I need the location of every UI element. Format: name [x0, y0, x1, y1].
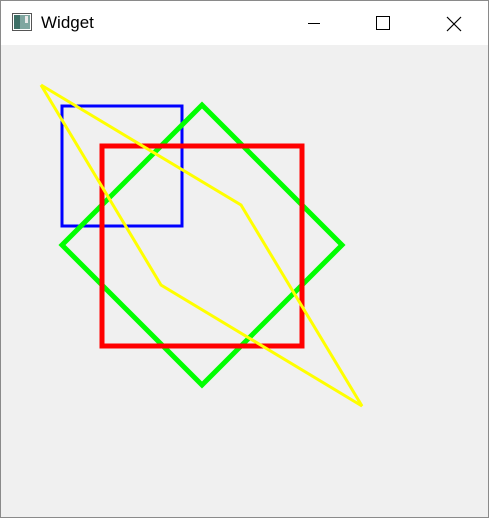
maximize-icon — [376, 16, 390, 30]
close-button[interactable] — [427, 1, 473, 45]
yellow-polygon — [39, 83, 364, 408]
blue-square — [60, 104, 184, 228]
title-bar[interactable]: Widget — [1, 1, 488, 45]
app-icon — [12, 13, 32, 31]
window-title: Widget — [41, 13, 94, 32]
maximize-button[interactable] — [359, 1, 405, 45]
minimize-icon — [308, 23, 320, 24]
app-window: Widget — [0, 0, 489, 518]
minimize-button[interactable] — [291, 1, 337, 45]
close-icon — [446, 16, 462, 32]
drawing-canvas — [39, 83, 364, 408]
